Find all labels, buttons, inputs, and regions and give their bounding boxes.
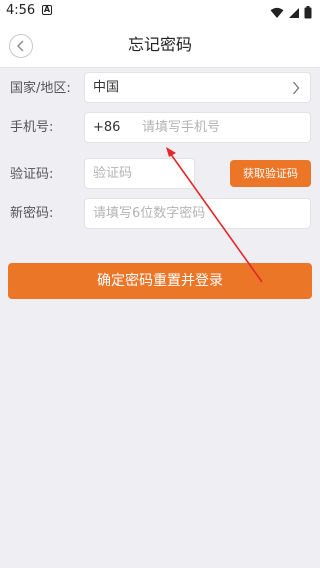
country-value: 中国 bbox=[93, 80, 120, 95]
page-title: 忘记密码 bbox=[127, 35, 192, 54]
reset-and-login-button[interactable]: 确定密码重置并登录 bbox=[8, 263, 312, 299]
chevron-right-icon bbox=[292, 81, 300, 99]
code-input[interactable]: 验证码 bbox=[84, 158, 195, 189]
status-icons bbox=[270, 4, 312, 23]
get-code-button[interactable]: 获取验证码 bbox=[230, 160, 311, 187]
status-time: 4:56 bbox=[6, 3, 36, 18]
code-label: 验证码: bbox=[10, 167, 54, 182]
phone-label: 手机号: bbox=[10, 120, 54, 135]
new-password-input[interactable]: 请填写6位数字密码 bbox=[84, 198, 311, 229]
code-placeholder: 验证码 bbox=[93, 166, 133, 181]
wifi-icon bbox=[270, 4, 284, 23]
phone-input[interactable]: 请填写手机号 bbox=[142, 119, 220, 137]
new-password-label: 新密码: bbox=[10, 206, 54, 221]
battery-icon bbox=[304, 4, 312, 23]
country-code-prefix: +86 bbox=[93, 120, 121, 135]
country-selector[interactable]: 中国 bbox=[84, 72, 311, 103]
new-password-placeholder: 请填写6位数字密码 bbox=[93, 206, 206, 221]
notification-icon: A bbox=[42, 5, 52, 15]
signal-icon bbox=[288, 4, 300, 23]
phone-field[interactable]: +86 请填写手机号 bbox=[84, 112, 311, 143]
status-bar: 4:56 A bbox=[0, 0, 320, 24]
country-label: 国家/地区: bbox=[10, 81, 71, 96]
top-nav-bar: 忘记密码 bbox=[0, 24, 320, 68]
